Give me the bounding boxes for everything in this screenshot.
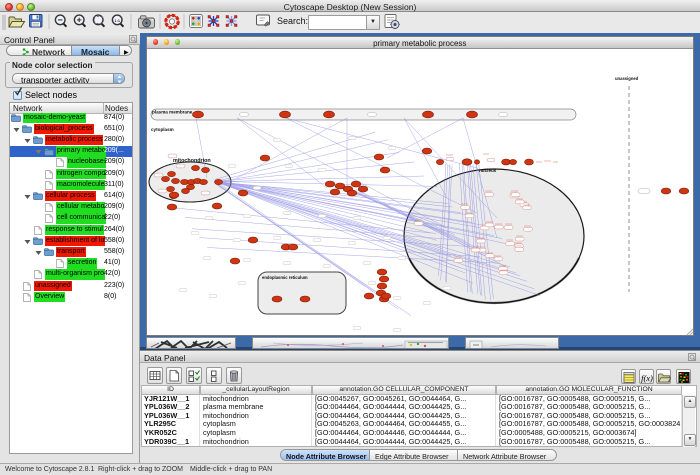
svg-text:plasma membrane: plasma membrane [152,110,193,115]
svg-text:cytoplasm: cytoplasm [151,127,174,132]
svg-text:nucleus: nucleus [479,168,497,173]
svg-text:mitochondrion: mitochondrion [173,158,211,164]
svg-text:f(x): f(x) [641,373,653,383]
svg-text:endoplasmic reticulum: endoplasmic reticulum [262,275,308,280]
svg-text:1:1: 1:1 [114,19,120,23]
svg-text:unassigned: unassigned [615,76,639,81]
